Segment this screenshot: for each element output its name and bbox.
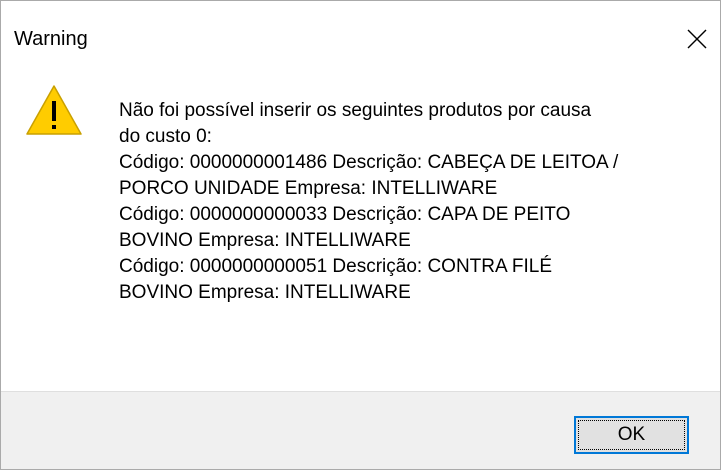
title-bar[interactable]: Warning (1, 1, 720, 77)
message-line: Código: 0000000000033 Descrição: CAPA DE… (119, 204, 571, 225)
message-line: Código: 0000000001486 Descrição: CABEÇA … (119, 152, 619, 173)
ok-button-label: OK (578, 420, 685, 450)
window-title: Warning (14, 28, 88, 50)
warning-dialog: Warning Não foi possível inserir os segu… (0, 0, 721, 470)
message-line: BOVINO Empresa: INTELLIWARE (119, 230, 411, 251)
message-line: BOVINO Empresa: INTELLIWARE (119, 282, 411, 303)
message-line: do custo 0: (119, 126, 212, 147)
close-button[interactable] (674, 19, 720, 59)
button-bar: OK (1, 391, 720, 469)
ok-button[interactable]: OK (574, 416, 689, 454)
warning-message: Não foi possível inserir os seguintes pr… (119, 98, 709, 306)
dialog-content: Não foi possível inserir os seguintes pr… (1, 77, 720, 391)
close-icon (687, 29, 707, 49)
message-line: Não foi possível inserir os seguintes pr… (119, 100, 592, 121)
warning-icon (26, 85, 82, 135)
message-line: PORCO UNIDADE Empresa: INTELLIWARE (119, 178, 498, 199)
message-line: Código: 0000000000051 Descrição: CONTRA … (119, 256, 553, 277)
